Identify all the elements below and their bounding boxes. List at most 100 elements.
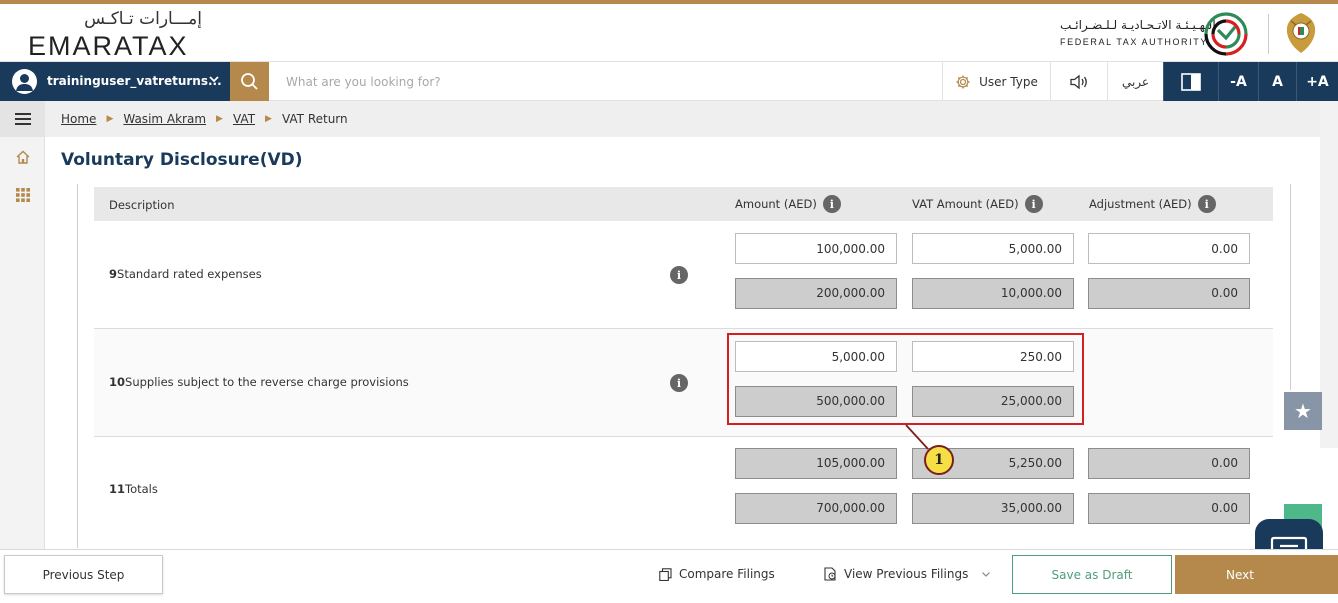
site-header: إمـــارات تـاكـس EMARATAX الـهـيـئـة الا… <box>0 4 1338 61</box>
fta-english-name: FEDERAL TAX AUTHORITY <box>1060 37 1208 47</box>
table-row: 11Totals 105,000.00 5,250.00 0.00 700,00… <box>94 437 1273 548</box>
breadcrumb-home-link[interactable]: Home <box>61 112 96 126</box>
fta-arabic-name: الـهـيـئـة الاتـحـاديـة لـلـضـرائـب <box>1060 18 1216 32</box>
adjustment-total: 0.00 <box>1088 493 1250 524</box>
sidebar-item-home[interactable] <box>0 139 45 175</box>
search-input[interactable] <box>272 66 932 97</box>
chevron-down-icon <box>982 572 991 577</box>
gear-icon <box>956 75 970 88</box>
breadcrumb-user-link[interactable]: Wasim Akram <box>123 112 206 126</box>
previous-step-button[interactable]: Previous Step <box>4 555 163 594</box>
fta-branding: الـهـيـئـة الاتـحـاديـة لـلـضـرائـب FEDE… <box>1056 10 1336 58</box>
amount-total: 700,000.00 <box>735 493 897 524</box>
compare-filings-label: Compare Filings <box>679 567 775 581</box>
row-number: 10 <box>109 375 126 389</box>
favorite-button[interactable]: ★ <box>1284 392 1322 430</box>
header-description: Description <box>109 198 175 212</box>
user-avatar-icon <box>12 69 37 94</box>
next-button[interactable]: Next <box>1175 555 1338 594</box>
row-label: 11Totals <box>109 482 158 496</box>
language-toggle[interactable]: عربي <box>1107 62 1163 101</box>
contrast-icon <box>1181 72 1201 91</box>
logo-arabic-text: إمـــارات تـاكـس <box>84 9 202 29</box>
header-description-label: Description <box>109 198 175 212</box>
language-label: عربي <box>1121 74 1150 89</box>
amount-total: 200,000.00 <box>735 278 897 309</box>
compare-filings-link[interactable]: Compare Filings <box>659 567 775 581</box>
row-description: Standard rated expenses <box>117 267 262 281</box>
row-number: 9 <box>109 267 118 281</box>
font-normal-button[interactable]: A <box>1258 62 1296 101</box>
header-amount-label: Amount (AED) <box>735 197 817 211</box>
chevron-down-icon <box>208 73 220 89</box>
header-vat-amount: VAT Amount (AED) i <box>912 195 1043 213</box>
user-type-button[interactable]: User Type <box>942 62 1050 101</box>
adjustment-total-current: 0.00 <box>1088 448 1250 479</box>
page-title: Voluntary Disclosure(VD) <box>61 150 303 170</box>
info-icon[interactable]: i <box>670 266 688 284</box>
breadcrumb-bar: Home ▶ Wasim Akram ▶ VAT ▶ VAT Return <box>45 101 1338 137</box>
content-frame-left <box>77 184 78 548</box>
vat-amount-total: 10,000.00 <box>912 278 1074 309</box>
view-previous-filings-dropdown[interactable]: View Previous Filings <box>823 567 992 581</box>
breadcrumb-current: VAT Return <box>281 112 348 126</box>
page-scrollbar[interactable] <box>1320 101 1338 448</box>
search-button[interactable] <box>230 62 269 101</box>
font-increase-button[interactable]: +A <box>1296 62 1338 101</box>
grid-icon <box>15 188 30 202</box>
menu-toggle[interactable] <box>0 101 45 137</box>
annotation-highlight-box <box>727 333 1084 425</box>
header-divider <box>1268 14 1269 54</box>
row-label: 10Supplies subject to the reverse charge… <box>109 375 409 389</box>
save-as-draft-button[interactable]: Save as Draft <box>1012 555 1172 594</box>
logo-english-text: EMARATAX <box>28 31 189 61</box>
breadcrumb-arrow-icon: ▶ <box>216 114 223 124</box>
fta-logo-icon <box>1204 12 1248 56</box>
info-icon[interactable]: i <box>670 374 688 392</box>
table-row: 9Standard rated expenses i 200,000.00 10… <box>94 221 1273 328</box>
uae-emblem-icon <box>1286 13 1316 53</box>
view-previous-filings-label: View Previous Filings <box>844 567 969 581</box>
top-toolbar: traininguser_vatreturns... User Type عرب… <box>0 61 1338 101</box>
row-description: Supplies subject to the reverse charge p… <box>125 375 409 389</box>
username-label: traininguser_vatreturns... <box>47 74 222 88</box>
font-decrease-button[interactable]: -A <box>1218 62 1258 101</box>
content-frame-right <box>1290 184 1291 390</box>
amount-input[interactable] <box>735 233 897 264</box>
row-description: Totals <box>125 482 158 496</box>
info-icon[interactable]: i <box>822 195 841 213</box>
header-amount: Amount (AED) i <box>735 195 841 213</box>
emaratax-logo[interactable]: إمـــارات تـاكـس EMARATAX <box>28 9 208 61</box>
contrast-toggle[interactable] <box>1163 62 1218 101</box>
sidebar-item-apps[interactable] <box>0 177 45 213</box>
breadcrumb-arrow-icon: ▶ <box>265 114 272 124</box>
hamburger-icon <box>14 113 31 125</box>
annotation-callout-badge: 1 <box>924 445 954 475</box>
home-icon <box>16 150 29 164</box>
table-row: 10Supplies subject to the reverse charge… <box>94 329 1273 436</box>
speaker-icon <box>1070 74 1087 89</box>
table-header: Description Amount (AED) i VAT Amount (A… <box>94 187 1273 221</box>
header-vat-amount-label: VAT Amount (AED) <box>912 197 1019 211</box>
row-number: 11 <box>109 482 126 496</box>
user-type-label: User Type <box>979 74 1038 89</box>
document-clock-icon <box>824 567 836 581</box>
header-adjustment-label: Adjustment (AED) <box>1089 197 1192 211</box>
star-icon: ★ <box>1294 399 1312 423</box>
row-label: 9Standard rated expenses <box>109 267 262 281</box>
copy-icon <box>659 567 672 581</box>
speaker-button[interactable] <box>1050 62 1107 101</box>
info-icon[interactable]: i <box>1197 195 1216 213</box>
search-icon <box>241 73 258 90</box>
adjustment-input[interactable] <box>1088 233 1250 264</box>
breadcrumb-vat-link[interactable]: VAT <box>233 112 255 126</box>
breadcrumb: Home ▶ Wasim Akram ▶ VAT ▶ VAT Return <box>61 112 348 126</box>
vat-amount-total: 35,000.00 <box>912 493 1074 524</box>
user-menu[interactable]: traininguser_vatreturns... <box>0 62 230 101</box>
vat-amount-input[interactable] <box>912 233 1074 264</box>
breadcrumb-arrow-icon: ▶ <box>106 114 114 124</box>
info-icon[interactable]: i <box>1024 195 1043 213</box>
adjustment-total: 0.00 <box>1088 278 1250 309</box>
action-footer: Previous Step Compare Filings View Previ… <box>0 549 1338 603</box>
left-sidebar <box>0 101 45 549</box>
